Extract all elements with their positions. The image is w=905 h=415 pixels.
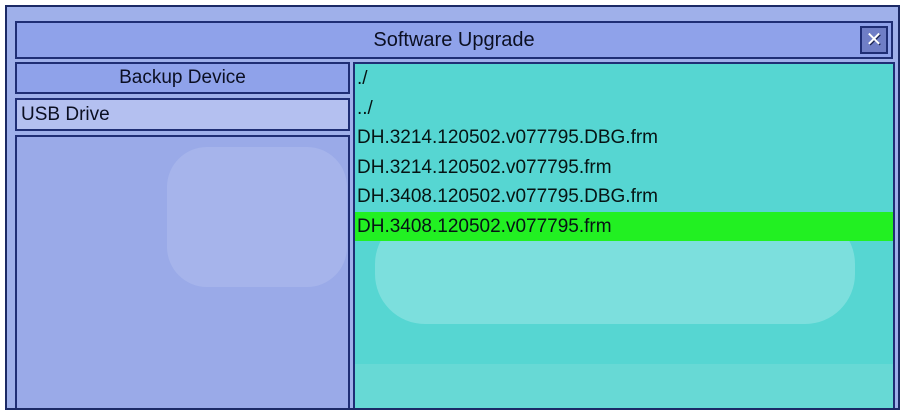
backup-device-panel: Backup Device USB Drive [15, 62, 350, 408]
file-list[interactable]: ./ ../ DH.3214.120502.v077795.DBG.frm DH… [353, 62, 895, 408]
file-row-selected[interactable]: DH.3408.120502.v077795.frm [355, 211, 893, 241]
file-row[interactable]: DH.3214.120502.v077795.DBG.frm [355, 123, 893, 153]
device-info-area [15, 135, 350, 408]
file-row[interactable]: DH.3408.120502.v077795.DBG.frm [355, 182, 893, 212]
dialog-title: Software Upgrade [373, 29, 535, 51]
close-icon: ✕ [865, 29, 883, 51]
usb-drive-item[interactable]: USB Drive [15, 98, 350, 131]
close-button[interactable]: ✕ [860, 26, 888, 54]
file-row[interactable]: DH.3214.120502.v077795.frm [355, 153, 893, 183]
dialog-titlebar: Software Upgrade ✕ [15, 21, 893, 59]
software-upgrade-dialog: Software Upgrade ✕ Backup Device USB Dri… [5, 5, 900, 410]
backup-device-header: Backup Device [15, 62, 350, 94]
file-row-parent-dir[interactable]: ../ [355, 94, 893, 124]
file-row-current-dir[interactable]: ./ [355, 64, 893, 94]
